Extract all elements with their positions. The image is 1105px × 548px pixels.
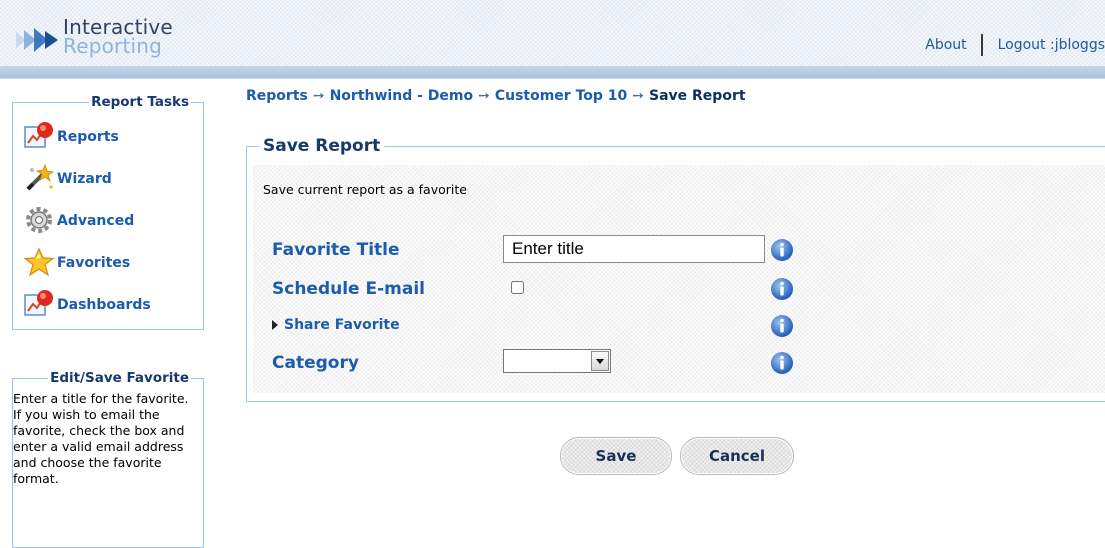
task-favorites[interactable]: Favorites <box>23 247 130 279</box>
favorite-title-info-icon[interactable] <box>770 238 794 262</box>
schedule-email-label: Schedule E-mail <box>272 279 426 299</box>
schedule-email-info-icon[interactable] <box>770 277 794 301</box>
top-links: About Logout :jbloggs <box>925 34 1105 56</box>
help-panel: Edit/Save Favorite Enter a title for the… <box>12 370 204 548</box>
reports-icon <box>23 121 57 153</box>
logo-arrows-icon <box>16 28 58 52</box>
breadcrumb-current: Save Report <box>649 88 746 104</box>
breadcrumb-arrow-icon: ➙ <box>312 88 325 104</box>
form-description: Save current report as a favorite <box>263 182 467 197</box>
logout-link[interactable]: Logout :jbloggs <box>998 37 1105 53</box>
wizard-icon <box>23 163 57 195</box>
task-dashboards-label: Dashboards <box>57 297 151 313</box>
save-button[interactable]: Save <box>560 437 672 475</box>
breadcrumb-arrow-icon: ➙ <box>632 88 644 104</box>
breadcrumb-arrow-icon: ➙ <box>478 88 490 104</box>
task-wizard[interactable]: Wizard <box>23 163 112 195</box>
header-band <box>0 66 1105 78</box>
task-reports[interactable]: Reports <box>23 121 119 153</box>
help-text: Enter a title for the favorite. If you w… <box>13 391 189 486</box>
breadcrumb-reports[interactable]: Reports <box>246 88 308 104</box>
category-info-icon[interactable] <box>770 351 794 375</box>
about-link[interactable]: About <box>925 37 966 53</box>
share-favorite-info-icon[interactable] <box>770 314 794 338</box>
task-favorites-label: Favorites <box>57 255 131 271</box>
report-tasks-title: Report Tasks <box>89 94 191 110</box>
favorite-title-label: Favorite Title <box>272 240 400 260</box>
share-favorite-label: Share Favorite <box>284 317 400 333</box>
top-links-divider <box>981 34 984 56</box>
task-reports-label: Reports <box>57 129 119 145</box>
task-advanced-label: Advanced <box>57 213 135 229</box>
report-tasks-panel: Report Tasks Reports Wizard Advanced Fav… <box>12 94 204 330</box>
breadcrumb: Reports ➙ Northwind - Demo ➙ Customer Top 10… <box>246 88 746 108</box>
logo-text-line2: Reporting <box>63 34 163 58</box>
save-report-legend: Save Report <box>259 136 385 156</box>
cancel-button[interactable]: Cancel <box>680 437 794 475</box>
chevron-down-icon[interactable] <box>591 351 609 371</box>
star-icon <box>23 247 57 279</box>
header: Interactive Reporting About Logout :jblo… <box>0 0 1105 79</box>
category-select[interactable] <box>503 349 611 373</box>
task-wizard-label: Wizard <box>57 171 112 187</box>
task-advanced[interactable]: Advanced <box>23 205 134 237</box>
expand-triangle-icon <box>272 320 278 330</box>
category-label: Category <box>272 353 359 373</box>
app-logo: Interactive Reporting <box>16 16 176 62</box>
dashboards-icon <box>23 289 57 321</box>
gear-icon <box>23 205 57 237</box>
schedule-email-checkbox[interactable] <box>511 281 524 294</box>
favorite-title-input[interactable] <box>503 235 765 263</box>
breadcrumb-customer-top-10[interactable]: Customer Top 10 <box>495 88 627 104</box>
breadcrumb-northwind[interactable]: Northwind - Demo <box>330 88 474 104</box>
task-dashboards[interactable]: Dashboards <box>23 289 151 321</box>
share-favorite-toggle[interactable]: Share Favorite <box>272 317 400 333</box>
help-title: Edit/Save Favorite <box>48 370 191 386</box>
